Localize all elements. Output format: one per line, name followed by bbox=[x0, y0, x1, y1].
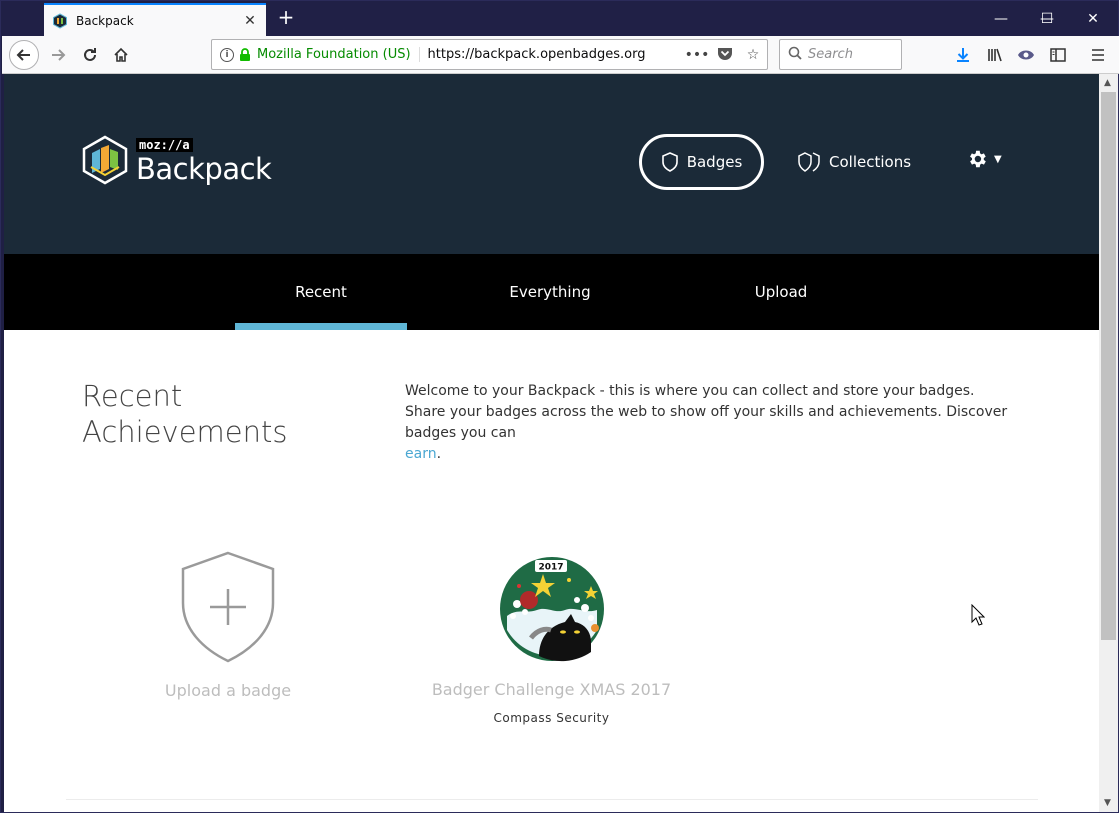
library-icon[interactable] bbox=[984, 44, 1006, 66]
site-identity[interactable]: Mozilla Foundation (US) bbox=[257, 47, 420, 62]
back-button[interactable] bbox=[9, 40, 39, 70]
tab-everything-label: Everything bbox=[509, 283, 591, 301]
tab-recent-label: Recent bbox=[295, 283, 347, 301]
site-header: moz://a Backpack Badges Collections ▼ bbox=[4, 74, 1099, 254]
tracking-protection-icon[interactable] bbox=[1015, 44, 1037, 66]
pocket-icon[interactable] bbox=[711, 46, 739, 64]
welcome-text: Welcome to your Backpack - this is where… bbox=[405, 383, 1008, 441]
back-arrow-icon bbox=[16, 49, 30, 61]
welcome-end: . bbox=[436, 446, 442, 462]
sidebar-toggle-icon[interactable] bbox=[1047, 44, 1069, 66]
nav-collections-button[interactable]: Collections bbox=[797, 144, 911, 180]
scroll-up-icon[interactable]: ▲ bbox=[1104, 78, 1111, 88]
reload-icon bbox=[84, 48, 96, 61]
tab-upload[interactable]: Upload bbox=[695, 254, 867, 330]
maximize-button[interactable]: ☐ bbox=[1024, 1, 1070, 36]
backpack-hexagon-logo-icon bbox=[82, 135, 128, 184]
badge-shield-icon bbox=[661, 152, 678, 172]
mozilla-wordmark: moz://a bbox=[136, 138, 193, 152]
xmas-badge-image: 2017 bbox=[499, 557, 604, 662]
reload-button[interactable] bbox=[75, 40, 105, 70]
browser-window: Backpack ✕ + — — ☐ ✕ i Mozilla Foundatio… bbox=[0, 0, 1119, 813]
nav-collections-label: Collections bbox=[829, 153, 912, 171]
close-window-button[interactable]: ✕ bbox=[1070, 1, 1116, 36]
settings-menu-button[interactable]: ▼ bbox=[966, 148, 1002, 170]
badge-year: 2017 bbox=[538, 563, 563, 573]
backpack-logo[interactable]: moz://a Backpack bbox=[82, 134, 272, 186]
search-placeholder: Search bbox=[808, 47, 853, 62]
browser-tab-backpack[interactable]: Backpack ✕ bbox=[44, 3, 266, 36]
vertical-scrollbar[interactable]: ▲ ▼ bbox=[1099, 74, 1118, 812]
add-badge-shield-icon bbox=[181, 551, 275, 663]
new-tab-button[interactable]: + bbox=[275, 7, 297, 29]
sub-navigation: Recent Everything Upload bbox=[4, 254, 1099, 330]
downloads-icon[interactable] bbox=[952, 44, 974, 66]
hamburger-menu-icon[interactable] bbox=[1087, 44, 1109, 66]
tab-upload-label: Upload bbox=[754, 283, 808, 301]
forward-arrow-icon bbox=[52, 49, 66, 61]
scrollbar-thumb[interactable] bbox=[1101, 92, 1116, 640]
badge-card-xmas-2017[interactable]: 2017 Badger Challenge XMAS 2017 Compass … bbox=[424, 556, 679, 725]
backpack-favicon-icon bbox=[53, 12, 67, 29]
page-title: Recent Achievements bbox=[82, 378, 288, 450]
home-button[interactable] bbox=[106, 40, 136, 70]
welcome-paragraph: Welcome to your Backpack - this is where… bbox=[405, 381, 1015, 465]
scroll-down-icon[interactable]: ▼ bbox=[1104, 798, 1111, 808]
gear-icon bbox=[970, 150, 986, 168]
chevron-down-icon: ▼ bbox=[994, 153, 1002, 165]
tab-close-icon[interactable]: ✕ bbox=[242, 13, 258, 29]
home-icon bbox=[114, 47, 128, 62]
nav-badges-label: Badges bbox=[686, 153, 743, 171]
navigation-toolbar: i Mozilla Foundation (US) https://backpa… bbox=[2, 36, 1119, 74]
lock-icon bbox=[240, 48, 250, 61]
brand-name: Backpack bbox=[136, 152, 272, 186]
bookmark-star-icon[interactable]: ☆ bbox=[739, 47, 767, 63]
divider bbox=[66, 799, 1038, 800]
upload-badge-label: Upload a badge bbox=[164, 681, 292, 700]
badge-issuer: Compass Security bbox=[493, 711, 610, 725]
earn-link[interactable]: earn bbox=[405, 446, 437, 462]
page-actions-icon[interactable]: ••• bbox=[683, 47, 711, 63]
nav-badges-button[interactable]: Badges bbox=[639, 134, 764, 190]
tab-everything[interactable]: Everything bbox=[464, 254, 636, 330]
tab-strip: Backpack ✕ + — bbox=[1, 1, 1118, 36]
info-icon[interactable]: i bbox=[220, 47, 234, 62]
forward-button[interactable] bbox=[43, 40, 73, 70]
search-input[interactable]: Search bbox=[779, 39, 902, 70]
search-icon bbox=[788, 46, 802, 64]
tab-recent[interactable]: Recent bbox=[235, 254, 407, 330]
page-title-line2: Achievements bbox=[82, 415, 288, 449]
minimize-button[interactable]: — bbox=[978, 1, 1024, 36]
page-title-line1: Recent bbox=[82, 379, 183, 413]
upload-badge-card[interactable]: Upload a badge bbox=[144, 551, 312, 700]
url-bar[interactable]: i Mozilla Foundation (US) https://backpa… bbox=[211, 39, 768, 70]
xmas-badge-label: Badger Challenge XMAS 2017 bbox=[431, 680, 672, 699]
url-text[interactable]: https://backpack.openbadges.org bbox=[428, 47, 683, 62]
tab-title: Backpack bbox=[76, 13, 134, 28]
mouse-cursor-icon bbox=[971, 604, 985, 626]
collections-shield-icon bbox=[798, 152, 820, 172]
page-viewport: moz://a Backpack Badges Collections ▼ Re… bbox=[4, 74, 1099, 812]
